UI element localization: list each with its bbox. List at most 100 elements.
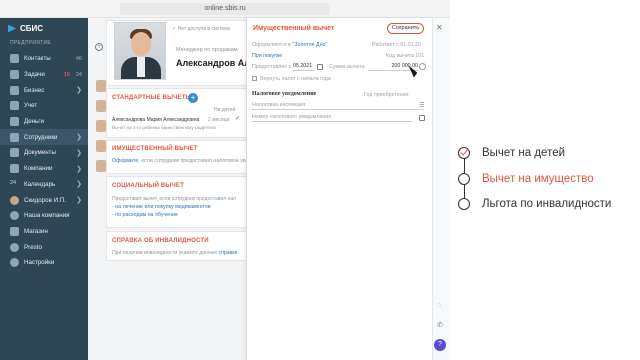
availability-status: ✓ Нет доступа в систему — [172, 26, 231, 32]
avatar-icon — [10, 195, 19, 205]
employee-thumb[interactable] — [96, 80, 106, 92]
calendar-icon[interactable] — [317, 64, 323, 70]
sidebar-item-documents[interactable]: Документы ❯ — [0, 145, 88, 161]
certificate-link[interactable]: справки — [219, 250, 238, 256]
close-icon[interactable]: ✕ — [436, 23, 443, 32]
add-deduction-button[interactable]: + — [188, 93, 198, 103]
chevron-right-icon: ❯ — [76, 197, 82, 205]
sidebar-item-calendar[interactable]: 24 Календарь ❯ — [0, 177, 88, 193]
step-label: Льгота по инвалидности — [482, 198, 612, 210]
phone-icon[interactable]: ✆ — [437, 321, 443, 329]
step-label: Вычет на имущество — [482, 173, 594, 185]
social-deduction-title: СОЦИАЛЬНЫЙ ВЫЧЕТ — [112, 183, 184, 189]
contacts-icon — [10, 54, 19, 64]
calendar-icon[interactable] — [419, 115, 425, 121]
browser-window: online.sbis.ru СБИС ПРЕДПРИЯТИЕ Контакты… — [0, 0, 450, 360]
acquisition-year-label: Год приобретения — [364, 92, 409, 98]
save-button[interactable]: Сохранить — [387, 23, 424, 34]
money-icon — [10, 117, 19, 127]
sidebar-item-label: Сотрудники — [24, 133, 58, 141]
sidebar-item-presto[interactable]: Presto — [0, 239, 88, 255]
sidebar-item-settings[interactable]: Настройки — [0, 255, 88, 271]
shop-icon — [10, 226, 19, 236]
property-deduction-text: Оформите, если сотрудник предоставил нал… — [112, 158, 249, 164]
sidebar-item-money[interactable]: Деньги — [0, 114, 88, 130]
employee-name: Александров Але — [176, 58, 248, 68]
employee-photo — [114, 22, 166, 80]
sidebar-item-profile[interactable]: Скидоров И.П. ❯ — [0, 192, 88, 208]
employee-thumbnails — [96, 80, 106, 180]
standard-deductions-title: СТАНДАРТНЫЕ ВЫЧЕТЫ — [112, 95, 192, 101]
step-disability: Льгота по инвалидности — [458, 198, 611, 210]
sidebar-item-label: Наша компания — [24, 212, 70, 220]
sidebar-item-label: Учет — [24, 102, 38, 110]
sidebar-item-business[interactable]: Бизнес ❯ — [0, 82, 88, 98]
sidebar-item-label: Задачи — [24, 71, 45, 79]
sidebar-item-label: Контакты — [24, 55, 51, 63]
works-since: Работает с 01.01.20 — [372, 42, 421, 48]
info-icon[interactable]: ? — [419, 63, 426, 70]
accounting-icon — [10, 101, 19, 111]
purchase-type[interactable]: При покупке — [252, 53, 282, 59]
documents-icon — [10, 148, 19, 158]
employee-thumb[interactable] — [96, 140, 106, 152]
disability-card — [106, 231, 248, 261]
child-age: 2 месяца — [208, 117, 230, 123]
sidebar-item-label: Магазин — [24, 227, 48, 235]
medical-link[interactable]: - на лечение или покупку медикаментов — [112, 204, 211, 210]
sidebar: СБИС ПРЕДПРИЯТИЕ Контакты 46 Задачи 16 24 Б… — [0, 18, 88, 360]
sbis-logo-icon — [8, 24, 16, 33]
step-property: Вычет на имущество — [458, 173, 594, 185]
sum-label: Сумма вычета — [329, 64, 365, 70]
apply-link[interactable]: Оформите — [112, 158, 138, 164]
sidebar-item-label: Бизнес — [24, 86, 45, 94]
tasks-count-badge: 24 — [75, 71, 82, 78]
sidebar-item-companies[interactable]: Компании ❯ — [0, 161, 88, 177]
income-code: Код вычета 101 — [386, 53, 425, 59]
logo-text: СБИС — [20, 24, 44, 33]
employee-thumb[interactable] — [96, 160, 106, 172]
list-icon[interactable]: ☰ — [419, 102, 424, 109]
child-name[interactable]: Александрова Мария Александровна — [112, 117, 199, 123]
url-field[interactable]: online.sbis.ru — [120, 3, 330, 15]
chevron-right-icon: ❯ — [76, 165, 82, 173]
refund-label: Вернуть налог с начала года — [260, 76, 331, 82]
sidebar-item-label: Деньги — [24, 118, 44, 126]
notice-title: Налоговое уведомление — [252, 91, 317, 97]
company-link[interactable]: "Золотое Дно" — [292, 42, 327, 48]
date-field[interactable]: 05.2021 — [293, 62, 315, 71]
social-deduction-text: Предоставит вычет, если сотрудник предос… — [112, 196, 236, 202]
sidebar-item-label: Скидоров И.П. — [24, 196, 66, 204]
sort-label[interactable]: На детей — [214, 107, 235, 113]
provided-from-label: Предоставлен с — [252, 64, 292, 70]
sidebar-subtitle: ПРЕДПРИЯТИЕ — [10, 40, 52, 46]
step-children: Вычет на детей — [458, 147, 565, 159]
inspection-field[interactable]: Налоговая инспекция — [252, 101, 424, 110]
notice-number-field[interactable]: Номер налогового уведомления — [252, 113, 412, 122]
child-deduction-note: Вычет на 1-го ребенка единственному роди… — [112, 125, 216, 130]
sidebar-item-shop[interactable]: Магазин — [0, 224, 88, 240]
chevron-right-icon: ❯ — [76, 181, 82, 189]
business-icon — [10, 85, 19, 95]
sidebar-item-label: Настройки — [24, 259, 55, 267]
sidebar-item-contacts[interactable]: Контакты 46 — [0, 51, 88, 67]
presto-icon — [10, 242, 19, 252]
companies-icon — [10, 164, 19, 174]
employee-thumb[interactable] — [96, 100, 106, 112]
calendar-icon: 24 — [10, 179, 17, 186]
sidebar-item-our-company[interactable]: Наша компания — [0, 208, 88, 224]
chat-icon[interactable]: ◌ — [437, 302, 441, 309]
sidebar-item-employees[interactable]: Сотрудники ❯ — [0, 129, 88, 146]
sidebar-item-accounting[interactable]: Учет — [0, 98, 88, 114]
add-icon[interactable]: + — [95, 43, 103, 51]
employee-thumb[interactable] — [96, 120, 106, 132]
help-icon[interactable]: ? — [434, 339, 446, 351]
sidebar-item-tasks[interactable]: Задачи 16 24 — [0, 67, 88, 83]
step-todo-icon — [458, 198, 470, 210]
logo[interactable]: СБИС — [8, 24, 43, 33]
education-link[interactable]: - по расходам на обучение — [112, 212, 178, 218]
panel-title: Имущественный вычет — [253, 25, 335, 32]
refund-checkbox[interactable] — [252, 76, 257, 81]
employee-role: Менеджер по продажам — [176, 47, 238, 53]
contacts-count-badge: 46 — [75, 55, 82, 62]
